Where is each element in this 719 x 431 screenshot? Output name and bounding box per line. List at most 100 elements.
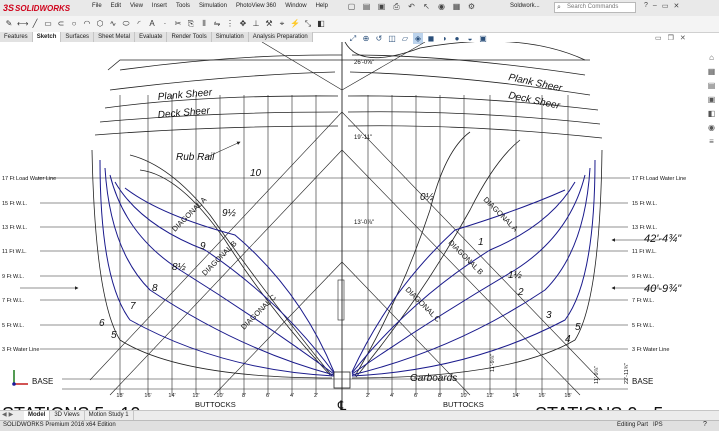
menu-item-help[interactable]: Help [316, 3, 328, 9]
home-icon[interactable]: ⌂ [706, 52, 717, 63]
polygon-icon[interactable]: ⬡ [95, 18, 105, 29]
mirror-icon[interactable]: ⇋ [212, 18, 222, 29]
menu-bar: File Edit View Insert Tools Simulation PhotoVi… [92, 3, 328, 9]
restore-icon[interactable]: ▭ [662, 2, 669, 10]
shaded-sketch-icon[interactable]: ◧ [316, 18, 326, 29]
tab-features[interactable]: Features [0, 32, 33, 42]
reference-triad [12, 370, 28, 386]
search-input[interactable]: ⌕ Search Commands [554, 2, 636, 13]
help-icon[interactable]: ? [644, 2, 648, 10]
buttock-tick-left: 4' [290, 393, 294, 399]
save-icon[interactable]: ▣ [376, 1, 387, 13]
trim-icon[interactable]: ✂ [173, 18, 183, 29]
buttocks-label-right: BUTTOCKS [443, 400, 484, 409]
command-manager: ✎ ⟷ ╱ ▭ ⊂ ○ ◠ ⬡ ∿ ⬭ ◜ A · ✂ ⎘ ⫴ ⇋ ⋮ ✥ ⊥ … [0, 16, 719, 44]
repair-icon[interactable]: ⚒ [264, 18, 274, 29]
smart-dimension-icon[interactable]: ⟷ [17, 18, 28, 29]
right-waterline-label: 3 Ft Water Line [632, 347, 669, 353]
lines-plan-drawing[interactable]: 17 Ft Load Water Line15 Ft W.L.13 Ft W.L… [0, 42, 705, 410]
fillet-icon[interactable]: ◜ [134, 18, 144, 29]
tile-icon[interactable]: ▭ [655, 34, 662, 42]
left-station-number: 10 [250, 168, 262, 179]
pattern-icon[interactable]: ⋮ [225, 18, 235, 29]
resources-icon[interactable]: ▦ [706, 66, 717, 77]
menu-item-file[interactable]: File [92, 3, 102, 9]
restore-view-icon[interactable]: ❐ [668, 34, 674, 42]
relations-icon[interactable]: ⊥ [251, 18, 261, 29]
circle-icon[interactable]: ○ [69, 18, 79, 29]
tab-surfaces[interactable]: Surfaces [61, 32, 95, 42]
rectangle-icon[interactable]: ▭ [43, 18, 53, 29]
buttock-tick-right: 14' [512, 393, 519, 399]
dimension-right-a: 42'-4¾" [644, 233, 682, 245]
rebuild-icon[interactable]: ◉ [436, 1, 447, 13]
right-station-number: 1½ [508, 270, 523, 281]
left-waterline-label: 13 Ft W.L. [2, 225, 28, 231]
open-icon[interactable]: ▤ [361, 1, 372, 13]
close-view-icon[interactable]: ✕ [680, 34, 686, 42]
status-help-icon[interactable]: ? [703, 421, 707, 428]
ellipse-icon[interactable]: ⬭ [121, 18, 131, 29]
menu-item-photoview-360[interactable]: PhotoView 360 [236, 3, 276, 9]
text-icon[interactable]: A [147, 18, 157, 29]
menu-item-tools[interactable]: Tools [176, 3, 190, 9]
tab-simulation[interactable]: Simulation [211, 32, 249, 42]
solidworks-logo[interactable]: 3S SOLIDWORKS [3, 2, 70, 14]
status-units[interactable]: IPS [653, 422, 663, 428]
tab-evaluate[interactable]: Evaluate [135, 32, 168, 42]
buttock-tick-right: 18' [564, 393, 571, 399]
new-doc-icon[interactable]: ▢ [346, 1, 357, 13]
appearances-icon[interactable]: ◉ [706, 122, 717, 133]
undo-icon[interactable]: ↶ [406, 1, 417, 13]
menu-item-edit[interactable]: Edit [111, 3, 121, 9]
instant2d-icon[interactable]: ⤡ [303, 18, 313, 29]
quick-snaps-icon[interactable]: ⌖ [277, 18, 287, 29]
left-waterline-label: 5 Ft W.L. [2, 323, 24, 329]
move-icon[interactable]: ✥ [238, 18, 248, 29]
convert-icon[interactable]: ⎘ [186, 18, 196, 29]
rapid-sketch-icon[interactable]: ⚡ [290, 18, 300, 29]
menu-item-simulation[interactable]: Simulation [199, 3, 227, 9]
right-waterline-label: BASE [632, 377, 653, 386]
select-icon[interactable]: ↖ [421, 1, 432, 13]
point-icon[interactable]: · [160, 18, 170, 29]
view-window-controls: ▭ ❐ ✕ [655, 34, 686, 42]
arc-icon[interactable]: ◠ [82, 18, 92, 29]
custom-properties-icon[interactable]: ≡ [706, 136, 717, 147]
file-explorer-icon[interactable]: ▣ [706, 94, 717, 105]
minimize-icon[interactable]: – [653, 2, 657, 10]
tab-render-tools[interactable]: Render Tools [167, 32, 212, 42]
offset-icon[interactable]: ⫴ [199, 18, 209, 29]
buttock-tick-right: 12' [486, 393, 493, 399]
view-palette-icon[interactable]: ◧ [706, 108, 717, 119]
diagonal-a-left: DIAGONAL A [170, 195, 208, 233]
diagonal-a-right: DIAGONAL A [482, 195, 520, 233]
menu-item-insert[interactable]: Insert [152, 3, 167, 9]
diagonal-c-right: DIAGONAL C [404, 285, 443, 324]
menu-item-window[interactable]: Window [285, 3, 306, 9]
tab-analysis-preparation[interactable]: Analysis Preparation [248, 32, 313, 42]
right-station-number: 2 [517, 287, 524, 298]
tab-sketch[interactable]: Sketch [32, 32, 62, 42]
right-waterline-label: 7 Ft W.L. [632, 298, 654, 304]
buttock-tick-right: 4' [390, 393, 394, 399]
slot-icon[interactable]: ⊂ [56, 18, 66, 29]
buttock-tick-right: 2' [366, 393, 370, 399]
menu-item-view[interactable]: View [130, 3, 143, 9]
close-icon[interactable]: ✕ [673, 2, 679, 10]
options-icon[interactable]: ⚙ [466, 1, 477, 13]
left-waterline-label: 17 Ft Load Water Line [2, 176, 56, 182]
dimension-low: 13'-0⅞" [354, 220, 374, 226]
spline-icon[interactable]: ∿ [108, 18, 118, 29]
design-library-icon[interactable]: ▤ [706, 80, 717, 91]
sketch-icon[interactable]: ✎ [4, 18, 14, 29]
deck-sheer-label-right: Deck Sheer [507, 90, 561, 112]
graphics-area[interactable]: 17 Ft Load Water Line 15 Ft W.L. 13 Ft W.L… [0, 42, 705, 410]
tab-sheet-metal[interactable]: Sheet Metal [94, 32, 136, 42]
print-icon[interactable]: ⎙ [391, 1, 402, 13]
status-mode: Editing Part [617, 422, 649, 428]
line-icon[interactable]: ╱ [30, 18, 40, 29]
left-station-number: 8½ [172, 262, 187, 273]
left-waterline-label: 7 Ft W.L. [2, 298, 24, 304]
file-props-icon[interactable]: ▦ [451, 1, 462, 13]
